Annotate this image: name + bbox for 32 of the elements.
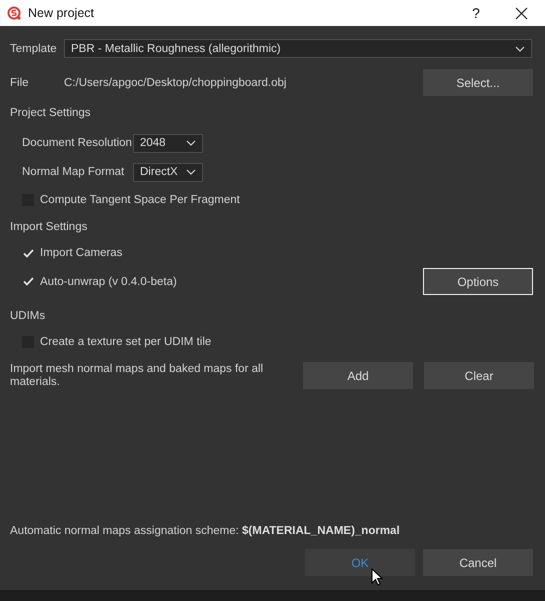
app-logo-icon	[7, 6, 21, 20]
cancel-button[interactable]: Cancel	[423, 549, 533, 576]
close-icon[interactable]	[515, 6, 528, 20]
field-label: Normal Map Format	[22, 166, 126, 178]
section-heading: UDIMs	[10, 309, 46, 324]
checkbox[interactable]	[22, 276, 34, 288]
field-label: Template	[10, 42, 58, 54]
select-button[interactable]: Select...	[423, 69, 533, 96]
caret-icon	[186, 140, 196, 146]
add-button[interactable]: Add	[303, 362, 413, 389]
dropdown[interactable]: PBR - Metallic Roughness (allegorithmic)	[64, 39, 532, 58]
section-heading: Project Settings	[10, 106, 92, 121]
scheme-text: Automatic normal maps assignation scheme: $(MATERIAL_NAME)_normal	[10, 525, 401, 539]
caret-icon	[186, 169, 196, 175]
checkbox-label: Create a texture set per UDIM tile	[40, 336, 212, 348]
checkbox-label: Import Cameras	[40, 247, 124, 259]
dropdown[interactable]: DirectX	[133, 162, 203, 182]
checkbox[interactable]	[22, 247, 34, 259]
mouse-cursor-icon	[371, 568, 383, 586]
caret-icon	[515, 46, 525, 52]
checkbox-label: Auto-unwrap (v 0.4.0-beta)	[40, 276, 178, 288]
help-button[interactable]: ?	[461, 5, 491, 21]
field-label: File	[10, 76, 30, 88]
file-path: C:/Users/apgoc/Desktop/choppingboard.obj	[64, 76, 288, 88]
description-text: Import mesh normal maps and baked maps for all materials.	[10, 362, 264, 388]
section-heading: Import Settings	[10, 220, 88, 235]
options-button[interactable]: Options	[423, 268, 533, 295]
window-title: New project	[28, 6, 95, 20]
checkbox-label: Compute Tangent Space Per Fragment	[40, 194, 241, 206]
dropdown[interactable]: 2048	[133, 134, 203, 152]
clear-button[interactable]: Clear	[424, 362, 534, 389]
field-label: Document Resolution	[22, 137, 133, 149]
